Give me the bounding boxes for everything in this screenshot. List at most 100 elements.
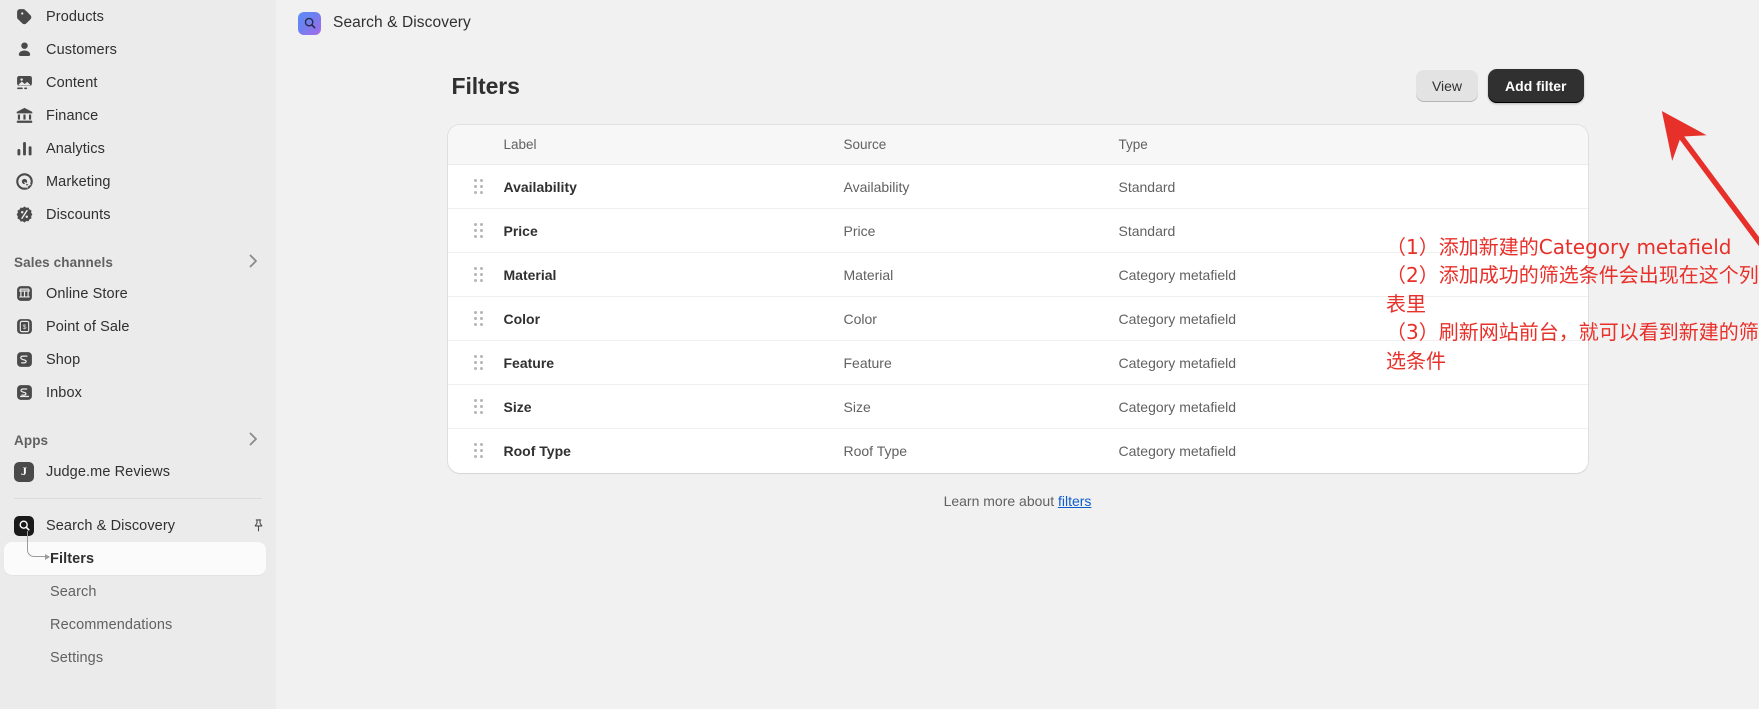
drag-handle-cell[interactable] xyxy=(447,164,504,209)
drag-handle-icon[interactable] xyxy=(473,398,486,415)
cell-source: Availability xyxy=(843,164,1119,209)
search-app-icon xyxy=(14,515,34,536)
column-header-type: Type xyxy=(1118,125,1588,165)
chevron-right-icon[interactable] xyxy=(249,254,258,271)
cell-label: Material xyxy=(503,252,844,297)
pin-icon[interactable] xyxy=(251,518,266,533)
app-root: Products Customers Content Finance Analy xyxy=(0,0,1759,709)
pos-icon: $ xyxy=(14,317,34,337)
sidebar-item-inbox[interactable]: Inbox xyxy=(4,376,266,409)
person-icon xyxy=(14,40,34,60)
drag-handle-icon[interactable] xyxy=(473,442,486,459)
sidebar-item-search-and-discovery[interactable]: Search & Discovery xyxy=(4,509,266,542)
sidebar-item-label: Products xyxy=(46,8,105,25)
tag-icon xyxy=(14,7,34,27)
section-title: Apps xyxy=(14,432,49,448)
drag-handle-icon[interactable] xyxy=(473,178,486,195)
cell-type: Category metafield xyxy=(1118,442,1237,459)
sidebar-item-customers[interactable]: Customers xyxy=(4,33,266,66)
sidebar-item-content[interactable]: Content xyxy=(4,66,266,99)
table-row[interactable]: Size Size Category metafield xyxy=(447,384,1588,429)
shop-icon xyxy=(14,350,34,370)
column-header-handle xyxy=(447,125,504,165)
storefront-icon xyxy=(14,284,34,304)
search-magnifier-icon xyxy=(298,11,321,35)
drag-handle-cell[interactable] xyxy=(447,252,504,297)
bar-chart-icon xyxy=(14,139,34,159)
apps-section-header[interactable]: Apps xyxy=(0,425,276,455)
target-icon xyxy=(14,172,34,192)
drag-handle-icon[interactable] xyxy=(473,354,486,371)
drag-handle-cell[interactable] xyxy=(448,429,504,473)
cell-source: Feature xyxy=(843,340,1119,385)
table-row[interactable]: Material Material Category metafield xyxy=(447,252,1588,297)
sidebar-item-judgeme-reviews[interactable]: J Judge.me Reviews xyxy=(4,455,266,488)
chevron-right-icon[interactable] xyxy=(249,432,258,449)
cell-source: Material xyxy=(843,252,1119,297)
table-row[interactable]: Price Price Standard xyxy=(447,208,1588,253)
cell-type: Standard xyxy=(1118,164,1588,209)
cell-source: Color xyxy=(843,296,1119,341)
learn-more-text: Learn more about filters xyxy=(448,493,1588,509)
sidebar-item-filters[interactable]: Filters xyxy=(4,531,266,575)
cell-type: Category metafield xyxy=(1118,384,1588,429)
sidebar-item-products[interactable]: Products xyxy=(4,0,266,33)
cell-source: Roof Type xyxy=(843,442,908,459)
cell-label: Feature xyxy=(503,340,844,385)
sidebar-item-label: Search & Discovery xyxy=(46,517,176,534)
table-row[interactable]: Feature Feature Category metafield xyxy=(447,340,1588,385)
sidebar-item-label: Judge.me Reviews xyxy=(46,463,171,480)
view-button[interactable]: View xyxy=(1415,70,1479,102)
svg-text:$: $ xyxy=(22,324,26,331)
drag-handle-cell[interactable] xyxy=(447,296,504,341)
sidebar-item-label: Marketing xyxy=(46,173,111,190)
judgeme-badge: J xyxy=(14,461,34,482)
image-icon xyxy=(14,73,34,93)
sidebar-item-discounts[interactable]: Discounts xyxy=(4,198,266,231)
sidebar-item-shop[interactable]: Shop xyxy=(4,343,266,376)
sidebar-item-marketing[interactable]: Marketing xyxy=(4,165,266,198)
app-topbar: Search & Discovery xyxy=(276,0,1759,46)
sidebar-item-label: Shop xyxy=(46,351,81,368)
sidebar-item-label: Settings xyxy=(50,649,104,666)
cell-type: Category metafield xyxy=(1118,252,1588,297)
table-body: Availability Availability Standard Price… xyxy=(447,164,1588,473)
sidebar-item-analytics[interactable]: Analytics xyxy=(4,132,266,165)
drag-handle-icon[interactable] xyxy=(473,222,486,239)
cell-type: Standard xyxy=(1118,208,1588,253)
add-filter-button[interactable]: Add filter xyxy=(1488,69,1584,103)
cell-label: Size xyxy=(503,384,844,429)
drag-handle-icon[interactable] xyxy=(473,310,486,327)
sidebar-item-settings[interactable]: Settings xyxy=(4,641,266,674)
search-discovery-subnav: Filters Search Recommendations Settings xyxy=(0,531,276,674)
page-header: Filters View Add filter xyxy=(448,46,1588,125)
drag-handle-cell[interactable] xyxy=(447,384,504,429)
section-title: Sales channels xyxy=(14,254,113,270)
page-content: Filters View Add filter Label Source Typ… xyxy=(276,46,1759,509)
table-row[interactable]: Availability Availability Standard xyxy=(447,164,1588,209)
drag-handle-icon[interactable] xyxy=(473,266,486,283)
page-actions: View Add filter xyxy=(1415,69,1584,103)
sidebar-item-label: Search xyxy=(50,583,97,600)
sidebar-item-search[interactable]: Search xyxy=(4,575,266,608)
judgeme-icon: J xyxy=(14,461,34,482)
sidebar-item-label: Content xyxy=(46,74,98,91)
sidebar-item-recommendations[interactable]: Recommendations xyxy=(4,608,266,641)
sidebar-item-finance[interactable]: Finance xyxy=(4,99,266,132)
table-row[interactable]: Roof Type Roof Type Category metafield xyxy=(448,429,1588,473)
sidebar-item-label: Finance xyxy=(46,107,99,124)
table-row[interactable]: Color Color Category metafield xyxy=(447,296,1588,341)
drag-handle-cell[interactable] xyxy=(447,340,504,385)
cell-source: Price xyxy=(843,208,1119,253)
filters-doc-link[interactable]: filters xyxy=(1058,493,1091,509)
sidebar-item-label: Analytics xyxy=(46,140,105,157)
sidebar-item-online-store[interactable]: Online Store xyxy=(4,277,266,310)
sidebar-item-label: Online Store xyxy=(46,285,128,302)
sales-channels-section-header[interactable]: Sales channels xyxy=(0,247,276,277)
sidebar-item-point-of-sale[interactable]: $ Point of Sale xyxy=(4,310,266,343)
discount-icon xyxy=(14,205,34,225)
drag-handle-cell[interactable] xyxy=(447,208,504,253)
sidebar-divider xyxy=(14,498,262,499)
main-area: Search & Discovery Filters View Add filt… xyxy=(276,0,1759,709)
page-title: Filters xyxy=(451,72,520,99)
